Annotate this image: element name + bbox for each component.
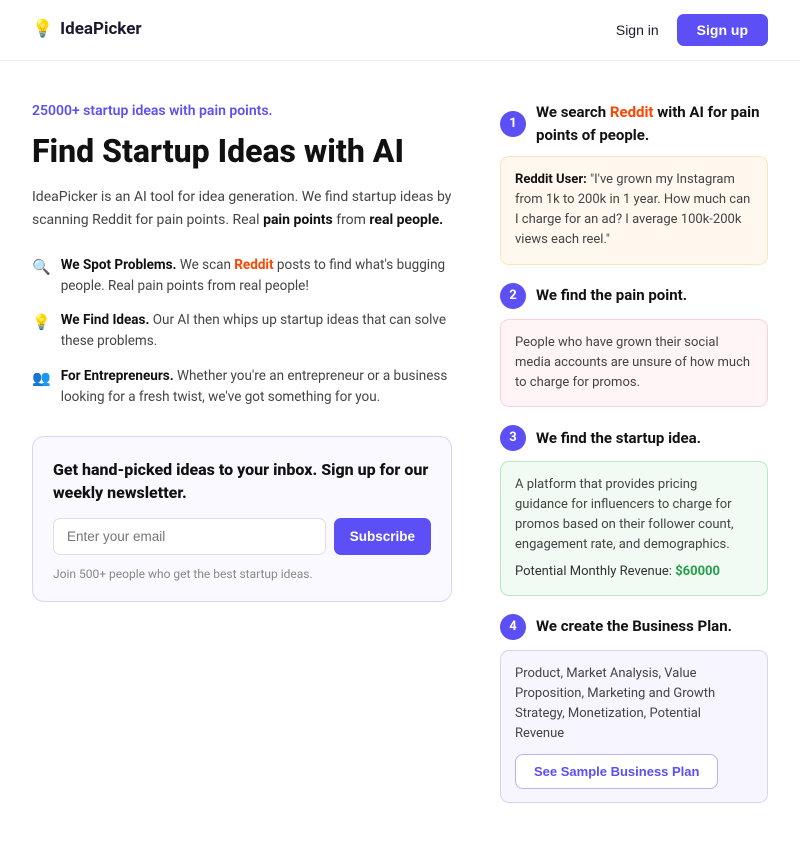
headline: Find Startup Ideas with AI <box>32 132 452 170</box>
logo[interactable]: 💡 IdeaPicker <box>32 17 142 43</box>
step-2-number: 2 <box>500 283 526 309</box>
logo-text: IdeaPicker <box>60 17 141 43</box>
step-1-number: 1 <box>500 111 526 137</box>
nav-actions: Sign in Sign up <box>616 14 768 46</box>
step-2-card-text: People who have grown their social media… <box>515 335 750 390</box>
feature-spot-text: We Spot Problems. We scan Reddit posts t… <box>61 255 452 297</box>
step-3-card-text: A platform that provides pricing guidanc… <box>515 477 734 552</box>
potential-label: Potential Monthly Revenue: <box>515 564 672 579</box>
step-4-card-text: Product, Market Analysis, Value Proposit… <box>515 666 715 741</box>
email-input[interactable] <box>53 518 326 555</box>
feature-entrepreneurs: 👥 For Entrepreneurs. Whether you're an e… <box>32 366 452 408</box>
description: IdeaPicker is an AI tool for idea genera… <box>32 186 452 232</box>
newsletter-note: Join 500+ people who get the best startu… <box>53 565 431 583</box>
step-1-header: 1 We search Reddit with AI for pain poin… <box>500 101 768 146</box>
step-2-title: We find the pain point. <box>536 284 687 307</box>
features-list: 🔍 We Spot Problems. We scan Reddit posts… <box>32 255 452 409</box>
step-4-number: 4 <box>500 614 526 640</box>
right-column: 1 We search Reddit with AI for pain poin… <box>500 101 768 803</box>
step-1: 1 We search Reddit with AI for pain poin… <box>500 101 768 265</box>
logo-icon: 💡 <box>32 17 53 43</box>
step-2-header: 2 We find the pain point. <box>500 283 768 309</box>
feature-entrepreneurs-text: For Entrepreneurs. Whether you're an ent… <box>61 366 452 408</box>
newsletter-title: Get hand-picked ideas to your inbox. Sig… <box>53 459 431 504</box>
potential-revenue: Potential Monthly Revenue: $60000 <box>515 562 753 582</box>
step-3-header: 3 We find the startup idea. <box>500 425 768 451</box>
step-4-header: 4 We create the Business Plan. <box>500 614 768 640</box>
step-4-title: We create the Business Plan. <box>536 615 732 638</box>
step-4-card: Product, Market Analysis, Value Proposit… <box>500 650 768 804</box>
step-3-title: We find the startup idea. <box>536 427 701 450</box>
tagline: 25000+ startup ideas with pain points. <box>32 101 452 122</box>
reddit-user-label: Reddit User: <box>515 172 587 187</box>
left-column: 25000+ startup ideas with pain points. F… <box>32 101 452 803</box>
feature-find-ideas: 💡 We Find Ideas. Our AI then whips up st… <box>32 310 452 352</box>
revenue-amount: $60000 <box>675 564 720 579</box>
sign-in-button[interactable]: Sign in <box>616 22 659 38</box>
sample-business-plan-button[interactable]: See Sample Business Plan <box>515 754 718 789</box>
step-2: 2 We find the pain point. People who hav… <box>500 283 768 407</box>
reddit-label: Reddit <box>234 257 273 273</box>
step-3-card: A platform that provides pricing guidanc… <box>500 461 768 596</box>
email-row: Subscribe <box>53 518 431 555</box>
idea-icon: 💡 <box>32 311 51 334</box>
feature-spot-problems: 🔍 We Spot Problems. We scan Reddit posts… <box>32 255 452 297</box>
step-4: 4 We create the Business Plan. Product, … <box>500 614 768 804</box>
step-3-number: 3 <box>500 425 526 451</box>
sign-up-button[interactable]: Sign up <box>677 14 768 46</box>
step-3: 3 We find the startup idea. A platform t… <box>500 425 768 596</box>
search-icon: 🔍 <box>32 256 51 279</box>
step-1-title: We search Reddit with AI for pain points… <box>536 101 768 146</box>
step-2-card: People who have grown their social media… <box>500 319 768 407</box>
newsletter-box: Get hand-picked ideas to your inbox. Sig… <box>32 436 452 602</box>
people-icon: 👥 <box>32 367 51 390</box>
subscribe-button[interactable]: Subscribe <box>334 518 431 555</box>
step-1-card: Reddit User: "I've grown my Instagram fr… <box>500 156 768 265</box>
feature-ideas-text: We Find Ideas. Our AI then whips up star… <box>61 310 452 352</box>
